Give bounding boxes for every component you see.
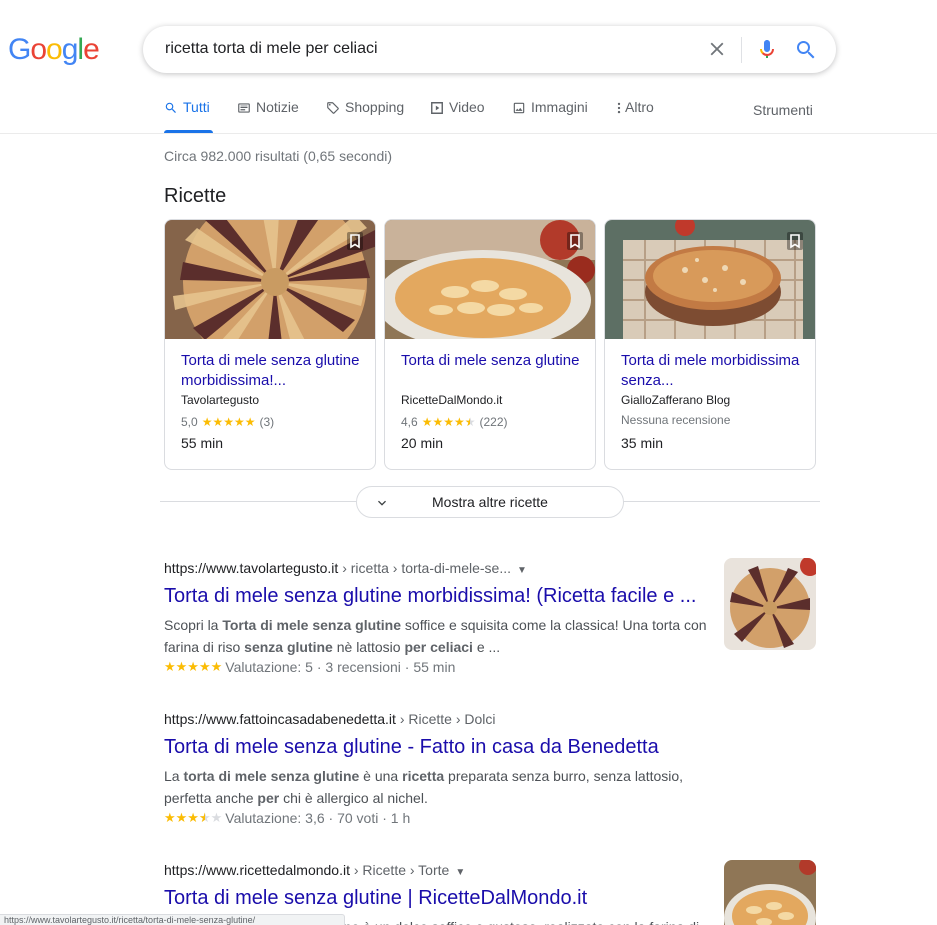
recipe-time: 20 min (401, 435, 444, 451)
more-vert-icon (617, 102, 621, 114)
tab-label: Altro (625, 99, 654, 115)
search-result: https://www.fattoincasadabenedetta.it › … (164, 711, 724, 826)
result-thumbnail[interactable] (724, 860, 816, 925)
tab-video[interactable]: Video (430, 99, 485, 133)
result-rating-text: Valutazione: 5 · 3 recensioni · 55 min (225, 659, 456, 675)
tab-tutti[interactable]: Tutti (164, 99, 213, 133)
tab-label: Shopping (345, 99, 405, 115)
recipe-source: RicetteDalMondo.it (401, 393, 503, 407)
star-rating-icon: ★★★★★★ (164, 810, 223, 825)
result-domain: https://www.tavolartegusto.it (164, 560, 339, 576)
play-icon (431, 102, 443, 114)
recipe-rating: 4,6 ★★★★★★ (222) (401, 415, 508, 429)
tab-label: Tutti (183, 99, 210, 115)
bookmark-icon[interactable] (347, 232, 363, 250)
recipe-image (385, 220, 595, 339)
result-stats: Circa 982.000 risultati (0,65 secondi) (164, 148, 393, 164)
bookmark-icon[interactable] (787, 232, 803, 250)
star-rating-icon: ★★★★★ (164, 659, 223, 674)
result-url[interactable]: https://www.tavolartegusto.it › ricetta … (164, 560, 724, 576)
recipes-heading: Ricette (164, 185, 227, 207)
tabs-divider (0, 133, 937, 134)
search-icon[interactable] (794, 38, 818, 62)
recipe-time: 35 min (621, 435, 664, 451)
result-title[interactable]: Torta di mele senza glutine morbidissima… (164, 583, 724, 609)
rating-value: 4,6 (401, 415, 418, 429)
search-input[interactable]: ricetta torta di mele per celiaci (165, 40, 378, 58)
recipe-source: GialloZafferano Blog (621, 393, 731, 407)
result-path: › Ricette › Torte (349, 862, 450, 878)
search-icon (165, 102, 176, 113)
star-rating-icon: ★★★★★ (201, 415, 256, 429)
review-count: (3) (259, 415, 275, 429)
chevron-down-icon (378, 500, 386, 506)
result-meta: ★★★★★ Valutazione: 5 · 3 recensioni · 55 … (164, 659, 724, 675)
result-title[interactable]: Torta di mele senza glutine | RicetteDal… (164, 885, 724, 911)
star-rating-icon: ★★★★★★ (421, 415, 476, 429)
recipe-rating: 5,0 ★★★★★ (3) (181, 415, 274, 429)
tab-altro[interactable]: Altro (615, 99, 654, 133)
close-icon[interactable] (706, 38, 728, 60)
result-meta: ★★★★ ★ ★ Valutazione: 3,6 · 70 voti · 1 h (164, 810, 724, 826)
tab-notizie[interactable]: Notizie (237, 99, 299, 133)
tab-shopping[interactable]: Shopping (326, 99, 404, 133)
recipe-title[interactable]: Torta di mele morbidissima senza... (621, 351, 803, 391)
no-review-label: Nessuna recensione (621, 413, 731, 427)
caret-down-icon[interactable]: ▼ (455, 867, 465, 878)
recipe-title[interactable]: Torta di mele senza glutine morbidissima… (181, 351, 363, 391)
result-snippet: Scopri la Torta di mele senza glutine so… (164, 617, 707, 655)
recipe-image (165, 220, 375, 339)
tab-label: Video (449, 99, 485, 115)
recipe-card[interactable]: Torta di mele morbidissima senza... Gial… (604, 219, 816, 470)
recipe-card[interactable]: Torta di mele senza glutine morbidissima… (164, 219, 376, 470)
search-box[interactable]: ricetta torta di mele per celiaci (143, 26, 836, 73)
result-url[interactable]: https://www.fattoincasadabenedetta.it › … (164, 711, 724, 727)
result-thumbnail[interactable] (724, 558, 816, 650)
rating-value: 5,0 (181, 415, 198, 429)
result-path: › ricetta › torta-di-mele-se... (338, 560, 512, 576)
result-url[interactable]: https://www.ricettedalmondo.it › Ricette… (164, 862, 724, 878)
status-bar: https://www.tavolartegusto.it/ricetta/to… (0, 914, 345, 925)
recipe-card[interactable]: Torta di mele senza glutine RicetteDalMo… (384, 219, 596, 470)
result-domain: https://www.fattoincasadabenedetta.it (164, 711, 396, 727)
google-logo[interactable]: Google (8, 33, 100, 67)
recipe-time: 55 min (181, 435, 224, 451)
result-snippet: La torta di mele senza glutine è una ric… (164, 768, 684, 806)
news-icon (238, 103, 250, 113)
more-recipes-label: Mostra altre ricette (432, 494, 548, 510)
tab-immagini[interactable]: Immagini (512, 99, 588, 133)
caret-down-icon[interactable]: ▼ (517, 565, 527, 576)
bookmark-icon[interactable] (567, 232, 583, 250)
result-rating-text: Valutazione: 3,6 · 70 voti · 1 h (225, 810, 411, 826)
search-result: https://www.tavolartegusto.it › ricetta … (164, 560, 724, 675)
tools-button[interactable]: Strumenti (753, 102, 813, 118)
result-domain: https://www.ricettedalmondo.it (164, 862, 350, 878)
tab-label: Notizie (256, 99, 299, 115)
review-count: (222) (479, 415, 508, 429)
recipe-source: Tavolartegusto (181, 393, 260, 407)
search-divider (741, 37, 742, 63)
microphone-icon[interactable] (755, 37, 779, 61)
image-icon (513, 102, 525, 114)
result-title[interactable]: Torta di mele senza glutine - Fatto in c… (164, 734, 724, 760)
tag-icon (327, 102, 339, 114)
result-path: › Ricette › Dolci (395, 711, 496, 727)
recipe-title[interactable]: Torta di mele senza glutine (401, 351, 583, 371)
recipe-image (605, 220, 815, 339)
tab-label: Immagini (531, 99, 588, 115)
more-recipes-button[interactable]: Mostra altre ricette (356, 486, 624, 518)
